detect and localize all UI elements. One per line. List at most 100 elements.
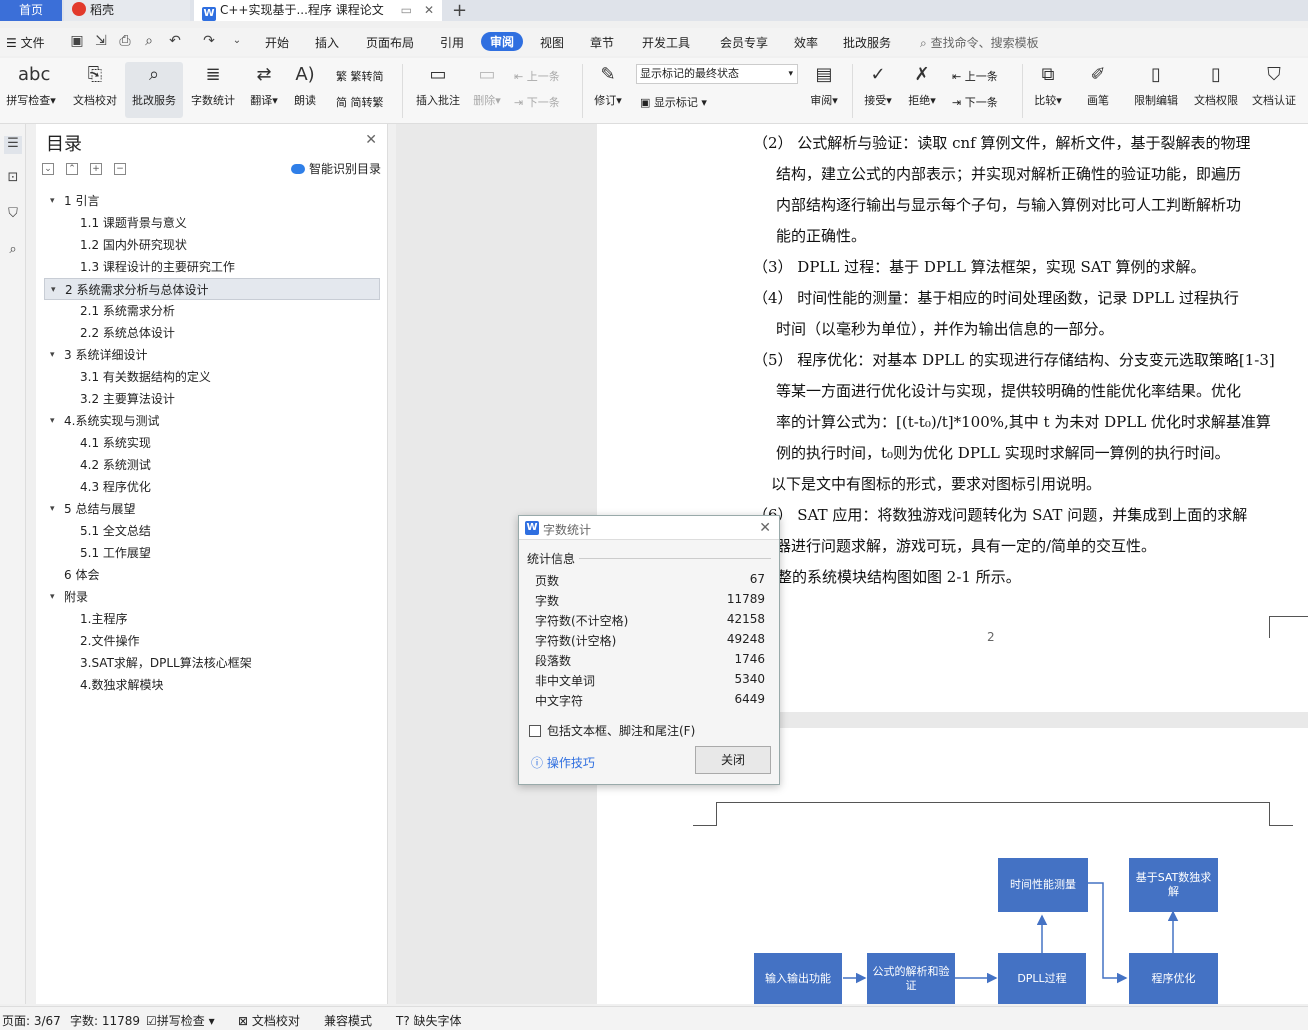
export-icon[interactable]: ⇲ (92, 32, 110, 50)
toc-item[interactable]: 1.1 课题背景与意义 (44, 212, 380, 234)
chevron-down-icon[interactable]: ▾ (51, 279, 56, 301)
word-count-indicator[interactable]: 字数: 11789 (70, 1012, 140, 1029)
paragraph-item-3[interactable]: （3） DPLL 过程：基于 DPLL 算法框架，实现 SAT 算例的求解。 (753, 252, 1206, 283)
toc-item[interactable]: ▾ 5 总结与展望 (44, 498, 380, 520)
chevron-down-icon[interactable]: ▾ (50, 344, 55, 366)
next-change-button[interactable]: ⇥ 下一条 (952, 94, 998, 110)
toc-item[interactable]: 3.1 有关数据结构的定义 (44, 366, 380, 388)
paragraph-item-5[interactable]: （5） 程序优化：对基本 DPLL 的实现进行存储结构、分支变元选取策略[1-3… (753, 345, 1275, 469)
proofread-status[interactable]: ⊠ 文档校对 (238, 1012, 300, 1029)
menu-review[interactable]: 审阅 (481, 32, 524, 51)
chevron-down-icon[interactable]: ▾ (50, 190, 55, 212)
tab-daoke[interactable]: 稻壳 (64, 0, 190, 21)
paragraph-item-2[interactable]: （2） 公式解析与验证：读取 cnf 算例文件，解析文件，基于裂解表的物理 结构… (753, 128, 1250, 252)
delete-comment-button[interactable]: ▭ 删除▾ (470, 62, 504, 108)
undo-icon[interactable]: ↶ (166, 32, 184, 50)
toc-item[interactable]: 4.3 程序优化 (44, 476, 380, 498)
menu-start[interactable]: 开始 (265, 34, 289, 51)
toc-item[interactable]: 4.数独求解模块 (44, 674, 380, 696)
menu-section[interactable]: 章节 (590, 34, 614, 51)
reject-button[interactable]: ✗ 拒绝▾ (902, 62, 942, 108)
tips-link[interactable]: ⓘ 操作技巧 (531, 754, 595, 771)
menu-insert[interactable]: 插入 (315, 34, 339, 51)
toc-item[interactable]: 1.主程序 (44, 608, 380, 630)
menu-grading[interactable]: 批改服务 (843, 34, 891, 51)
review-service-button[interactable]: ⌕ 批改服务 (125, 62, 183, 118)
toc-item[interactable]: 5.1 工作展望 (44, 542, 380, 564)
page-indicator[interactable]: 页面: 3/67 (2, 1012, 61, 1029)
paragraph-note[interactable]: 以下是文中有图标的形式，要求对图标引用说明。 (771, 469, 1101, 500)
spell-check-button[interactable]: abc 拼写检查▾ (2, 62, 60, 108)
toc-item[interactable]: ▾ 3 系统详细设计 (44, 344, 380, 366)
toc-item[interactable]: 6 体会 (44, 564, 380, 586)
toc-item[interactable]: 4.2 系统测试 (44, 454, 380, 476)
menu-references[interactable]: 引用 (440, 34, 464, 51)
missing-font-status[interactable]: T? 缺失字体 (396, 1012, 462, 1029)
toc-item[interactable]: ▾ 附录 (44, 586, 380, 608)
markup-state-select[interactable]: 显示标记的最终状态 ▾ (636, 64, 798, 84)
tab-home[interactable]: 首页 (0, 0, 62, 21)
paragraph-item-4[interactable]: （4） 时间性能的测量：基于相应的时间处理函数，记录 DPLL 过程执行 时间（… (753, 283, 1239, 345)
document-auth-button[interactable]: ⛉ 文档认证 (1246, 62, 1302, 108)
quick-access-more-icon[interactable]: ⌄ (228, 32, 246, 50)
print-preview-icon[interactable]: ⌕ (140, 32, 158, 50)
prev-comment-button[interactable]: ⇤ 上一条 (514, 68, 560, 84)
chevron-down-icon[interactable]: ▾ (50, 410, 55, 432)
command-search[interactable]: ⌕ 查找命令、搜索模板 (920, 34, 1039, 51)
add-level-icon[interactable]: + (90, 163, 102, 175)
bookmark-icon[interactable]: ⛉ (4, 206, 22, 224)
read-aloud-button[interactable]: A) 朗读 (288, 62, 322, 108)
close-tab-icon[interactable]: ✕ (424, 0, 434, 21)
compat-mode-status[interactable]: 兼容模式 (324, 1012, 372, 1029)
print-icon[interactable]: ⎙ (116, 32, 134, 50)
document-permission-button[interactable]: ▯ 文档权限 (1188, 62, 1244, 108)
show-markup-button[interactable]: ▣ 显示标记 ▾ (640, 94, 707, 110)
compare-button[interactable]: ⧉ 比较▾ (1028, 62, 1068, 108)
search-icon[interactable]: ⌕ (4, 242, 22, 260)
chevron-down-icon[interactable]: ▾ (50, 586, 55, 608)
restrict-editing-button[interactable]: ▯ 限制编辑 (1128, 62, 1184, 108)
include-textbox-checkbox[interactable]: 包括文本框、脚注和尾注(F) (529, 722, 695, 739)
collapse-all-icon[interactable]: ⌄ (42, 163, 54, 175)
pin-icon[interactable]: ▭ (401, 0, 412, 21)
proofread-button[interactable]: ⎘ 文档校对 (68, 62, 122, 108)
save-icon[interactable]: ▣ (68, 32, 86, 50)
close-icon[interactable]: ✕ (759, 520, 771, 536)
toc-item[interactable]: 1.3 课程设计的主要研究工作 (44, 256, 380, 278)
toc-item[interactable]: 2.文件操作 (44, 630, 380, 652)
menu-member[interactable]: 会员专享 (720, 34, 768, 51)
toc-item[interactable]: 1.2 国内外研究现状 (44, 234, 380, 256)
pen-button[interactable]: ✐ 画笔 (1078, 62, 1118, 108)
toc-item[interactable]: ▾ 4.系统实现与测试 (44, 410, 380, 432)
toc-item[interactable]: 5.1 全文总结 (44, 520, 380, 542)
toc-item[interactable]: ▾ 2 系统需求分析与总体设计 (44, 278, 380, 300)
expand-all-icon[interactable]: ⌃ (66, 163, 78, 175)
accept-button[interactable]: ✓ 接受▾ (858, 62, 898, 108)
new-tab-button[interactable]: + (452, 0, 467, 21)
menu-developer[interactable]: 开发工具 (642, 34, 690, 51)
menu-page-layout[interactable]: 页面布局 (366, 34, 414, 51)
paragraph-figure-ref[interactable]: 整的系统模块结构图如图 2-1 所示。 (777, 562, 1021, 593)
close-button[interactable]: 关闭 (695, 746, 771, 774)
nav-pane-icon[interactable]: ⊡ (4, 170, 22, 188)
review-pane-button[interactable]: ▤ 审阅▾ (804, 62, 844, 108)
menu-efficiency[interactable]: 效率 (794, 34, 818, 51)
menu-view[interactable]: 视图 (540, 34, 564, 51)
prev-change-button[interactable]: ⇤ 上一条 (952, 68, 998, 84)
trad-to-simp-button[interactable]: 繁 繁转简 (336, 68, 384, 84)
spell-check-status[interactable]: ☑拼写检查 ▾ (146, 1012, 215, 1029)
tab-document[interactable]: W C++实现基于...程序 课程论文 ▭ ✕ (194, 0, 442, 21)
toc-panel-icon[interactable]: ☰ (4, 136, 22, 154)
paragraph-item-6[interactable]: （6） SAT 应用：将数独游戏问题转化为 SAT 问题，并集成到上面的求解 器… (753, 500, 1247, 562)
toc-item[interactable]: 4.1 系统实现 (44, 432, 380, 454)
insert-comment-button[interactable]: ▭ 插入批注 (410, 62, 466, 108)
chevron-down-icon[interactable]: ▾ (50, 498, 55, 520)
remove-level-icon[interactable]: − (114, 163, 126, 175)
simp-to-trad-button[interactable]: 简 简转繁 (336, 94, 384, 110)
toc-item[interactable]: 2.2 系统总体设计 (44, 322, 380, 344)
toc-item[interactable]: 3.SAT求解，DPLL算法核心框架 (44, 652, 380, 674)
translate-button[interactable]: ⇄ 翻译▾ (244, 62, 284, 108)
track-changes-button[interactable]: ✎ 修订▾ (588, 62, 628, 108)
next-comment-button[interactable]: ⇥ 下一条 (514, 94, 560, 110)
redo-icon[interactable]: ↷ (200, 32, 218, 50)
